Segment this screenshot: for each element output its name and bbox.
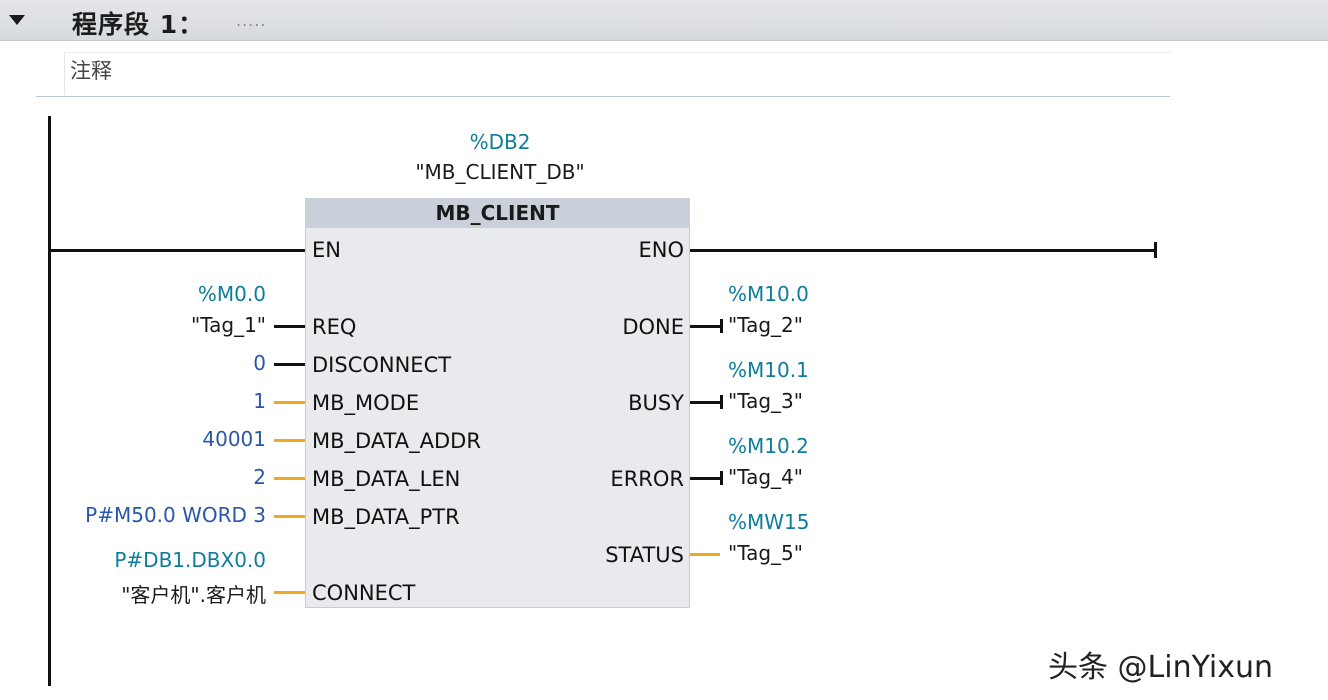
pin-req: REQ: [312, 315, 357, 339]
req-address[interactable]: %M0.0: [120, 282, 266, 306]
pin-error: ERROR: [610, 467, 684, 491]
wire-busy: [690, 401, 720, 404]
status-address[interactable]: %MW15: [728, 510, 809, 534]
wire-error: [690, 477, 720, 480]
wire-mb-data-addr: [274, 439, 305, 442]
wire-connect: [274, 591, 305, 594]
collapse-toggle[interactable]: [6, 10, 28, 30]
mb-data-ptr-value[interactable]: P#M50.0 WORD 3: [40, 503, 266, 527]
comment-field[interactable]: [64, 52, 1171, 95]
eno-rung-wire: [690, 249, 1155, 252]
req-tag[interactable]: "Tag_1": [100, 313, 266, 337]
pin-mb-mode: MB_MODE: [312, 391, 420, 415]
error-coil-marker: [720, 471, 723, 485]
comment-text[interactable]: 注释: [70, 55, 112, 85]
connect-tag[interactable]: "客户机".客户机: [60, 579, 266, 608]
mb-data-len-value[interactable]: 2: [120, 465, 266, 489]
connect-address[interactable]: P#DB1.DBX0.0: [80, 548, 266, 572]
wire-mb-data-ptr: [274, 515, 305, 518]
wire-status: [690, 553, 720, 556]
instance-db-name[interactable]: "MB_CLIENT_DB": [380, 160, 620, 184]
pin-disconnect: DISCONNECT: [312, 353, 452, 377]
pin-mb-data-ptr: MB_DATA_PTR: [312, 505, 460, 529]
pin-done: DONE: [622, 315, 684, 339]
en-rung-wire: [51, 249, 307, 252]
pin-en: EN: [312, 238, 341, 262]
mb-data-addr-value[interactable]: 40001: [120, 427, 266, 451]
pin-mb-data-len: MB_DATA_LEN: [312, 467, 461, 491]
pin-busy: BUSY: [628, 391, 684, 415]
network-title[interactable]: 程序段 1：: [72, 5, 204, 41]
wire-req: [274, 325, 305, 328]
power-rail: [48, 116, 51, 686]
busy-coil-marker: [720, 395, 723, 409]
instance-db-address[interactable]: %DB2: [410, 130, 590, 154]
triangle-down-icon: [9, 15, 25, 25]
pin-mb-data-addr: MB_DATA_ADDR: [312, 429, 481, 453]
error-tag[interactable]: "Tag_4": [728, 465, 803, 489]
disconnect-value[interactable]: 0: [120, 351, 266, 375]
function-block-type[interactable]: MB_CLIENT: [305, 201, 690, 225]
wire-done: [690, 325, 720, 328]
rung-end-marker: [1154, 242, 1157, 258]
done-tag[interactable]: "Tag_2": [728, 313, 803, 337]
busy-tag[interactable]: "Tag_3": [728, 389, 803, 413]
done-coil-marker: [720, 319, 723, 333]
wire-mb-mode: [274, 401, 305, 404]
wire-mb-data-len: [274, 477, 305, 480]
pin-eno: ENO: [638, 238, 684, 262]
pin-connect: CONNECT: [312, 581, 416, 605]
status-tag[interactable]: "Tag_5": [728, 541, 803, 565]
network-title-placeholder[interactable]: .....: [236, 11, 266, 30]
wire-disconnect: [274, 363, 305, 366]
pin-status: STATUS: [605, 543, 684, 567]
done-address[interactable]: %M10.0: [728, 282, 809, 306]
watermark-text: 头条 @LinYixun: [1048, 650, 1273, 685]
busy-address[interactable]: %M10.1: [728, 358, 809, 382]
mb-mode-value[interactable]: 1: [120, 389, 266, 413]
error-address[interactable]: %M10.2: [728, 434, 809, 458]
